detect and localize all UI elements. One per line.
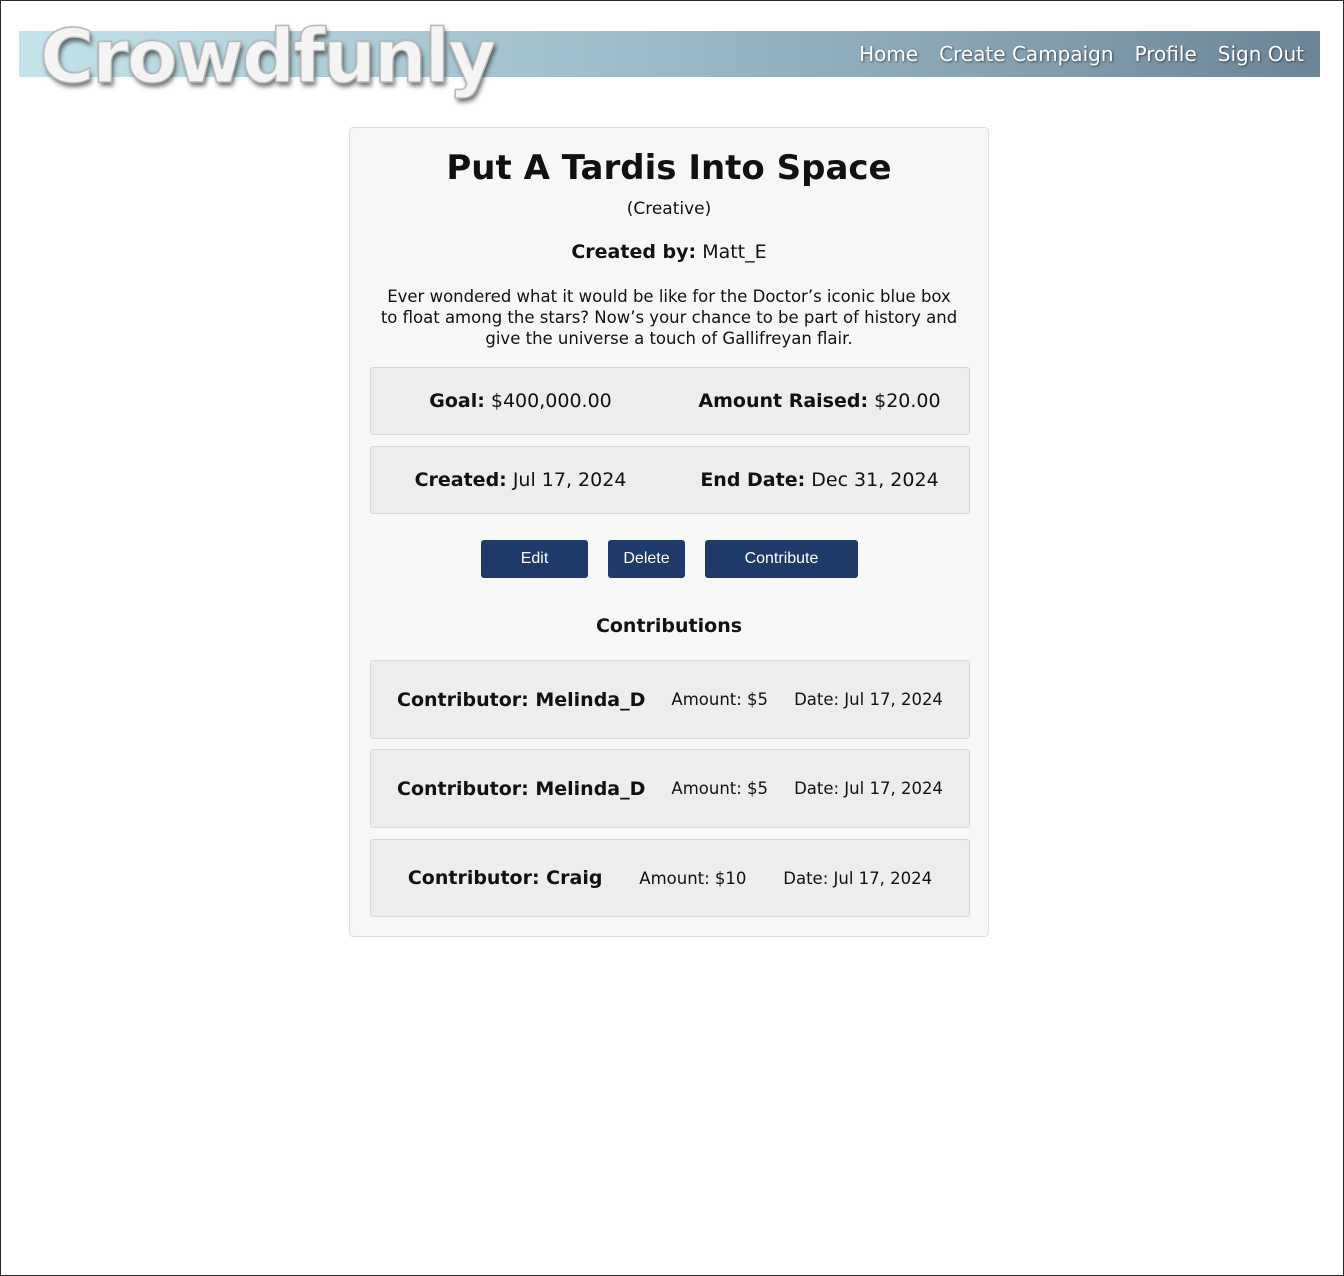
delete-button[interactable]: Delete (608, 540, 685, 578)
contribute-button[interactable]: Contribute (705, 540, 858, 578)
dates-stats-box: Created: Jul 17, 2024 End Date: Dec 31, … (370, 446, 970, 514)
contribution-date: Date: Jul 17, 2024 (794, 779, 943, 798)
goal-stat: Goal: $400,000.00 (371, 390, 670, 412)
campaign-creator: Created by: Matt_E (350, 241, 988, 263)
created-stat: Created: Jul 17, 2024 (371, 469, 670, 491)
contribution-amount: Amount: $5 (671, 690, 769, 709)
edit-button[interactable]: Edit (481, 540, 588, 578)
goal-label: Goal: (429, 390, 485, 412)
end-date-stat: End Date: Dec 31, 2024 (670, 469, 969, 491)
contribution-row: Contributor: Melinda_D Amount: $5 Date: … (370, 660, 970, 739)
funding-stats-box: Goal: $400,000.00 Amount Raised: $20.00 (370, 367, 970, 435)
contribution-amount: Amount: $10 (639, 868, 747, 888)
nav-create-campaign-link[interactable]: Create Campaign (939, 42, 1113, 66)
created-by-label: Created by: (571, 241, 697, 263)
goal-value: $400,000.00 (490, 390, 612, 412)
contribution-amount: Amount: $5 (671, 779, 769, 798)
contribution-date: Date: Jul 17, 2024 (794, 690, 943, 709)
campaign-description: Ever wondered what it would be like for … (380, 287, 958, 348)
campaign-title: Put A Tardis Into Space (446, 148, 892, 188)
creator-name: Matt_E (702, 241, 767, 263)
created-label: Created: (414, 469, 507, 491)
campaign-card: Put A Tardis Into Space (Creative) Creat… (349, 127, 989, 937)
contributor-name: Contributor: Melinda_D (397, 777, 646, 800)
contributions-heading: Contributions (595, 615, 743, 637)
contributor-name: Contributor: Craig (407, 867, 603, 889)
nav-profile-link[interactable]: Profile (1135, 42, 1197, 66)
contribution-row: Contributor: Craig Amount: $10 Date: Jul… (370, 839, 970, 917)
raised-label: Amount Raised: (698, 390, 869, 412)
raised-stat: Amount Raised: $20.00 (670, 390, 969, 412)
end-date-label: End Date: (700, 469, 806, 491)
nav-home-link[interactable]: Home (859, 42, 918, 66)
contribution-date: Date: Jul 17, 2024 (783, 868, 933, 888)
contribution-row: Contributor: Melinda_D Amount: $5 Date: … (370, 749, 970, 828)
contributor-name: Contributor: Melinda_D (397, 688, 646, 711)
site-logo[interactable]: Crowdfunly (39, 12, 497, 102)
raised-value: $20.00 (874, 390, 941, 412)
campaign-category: (Creative) (626, 199, 712, 219)
main-nav: Home Create Campaign Profile Sign Out (859, 31, 1304, 77)
created-value: Jul 17, 2024 (512, 469, 627, 491)
end-date-value: Dec 31, 2024 (811, 469, 939, 491)
nav-sign-out-link[interactable]: Sign Out (1218, 42, 1304, 66)
